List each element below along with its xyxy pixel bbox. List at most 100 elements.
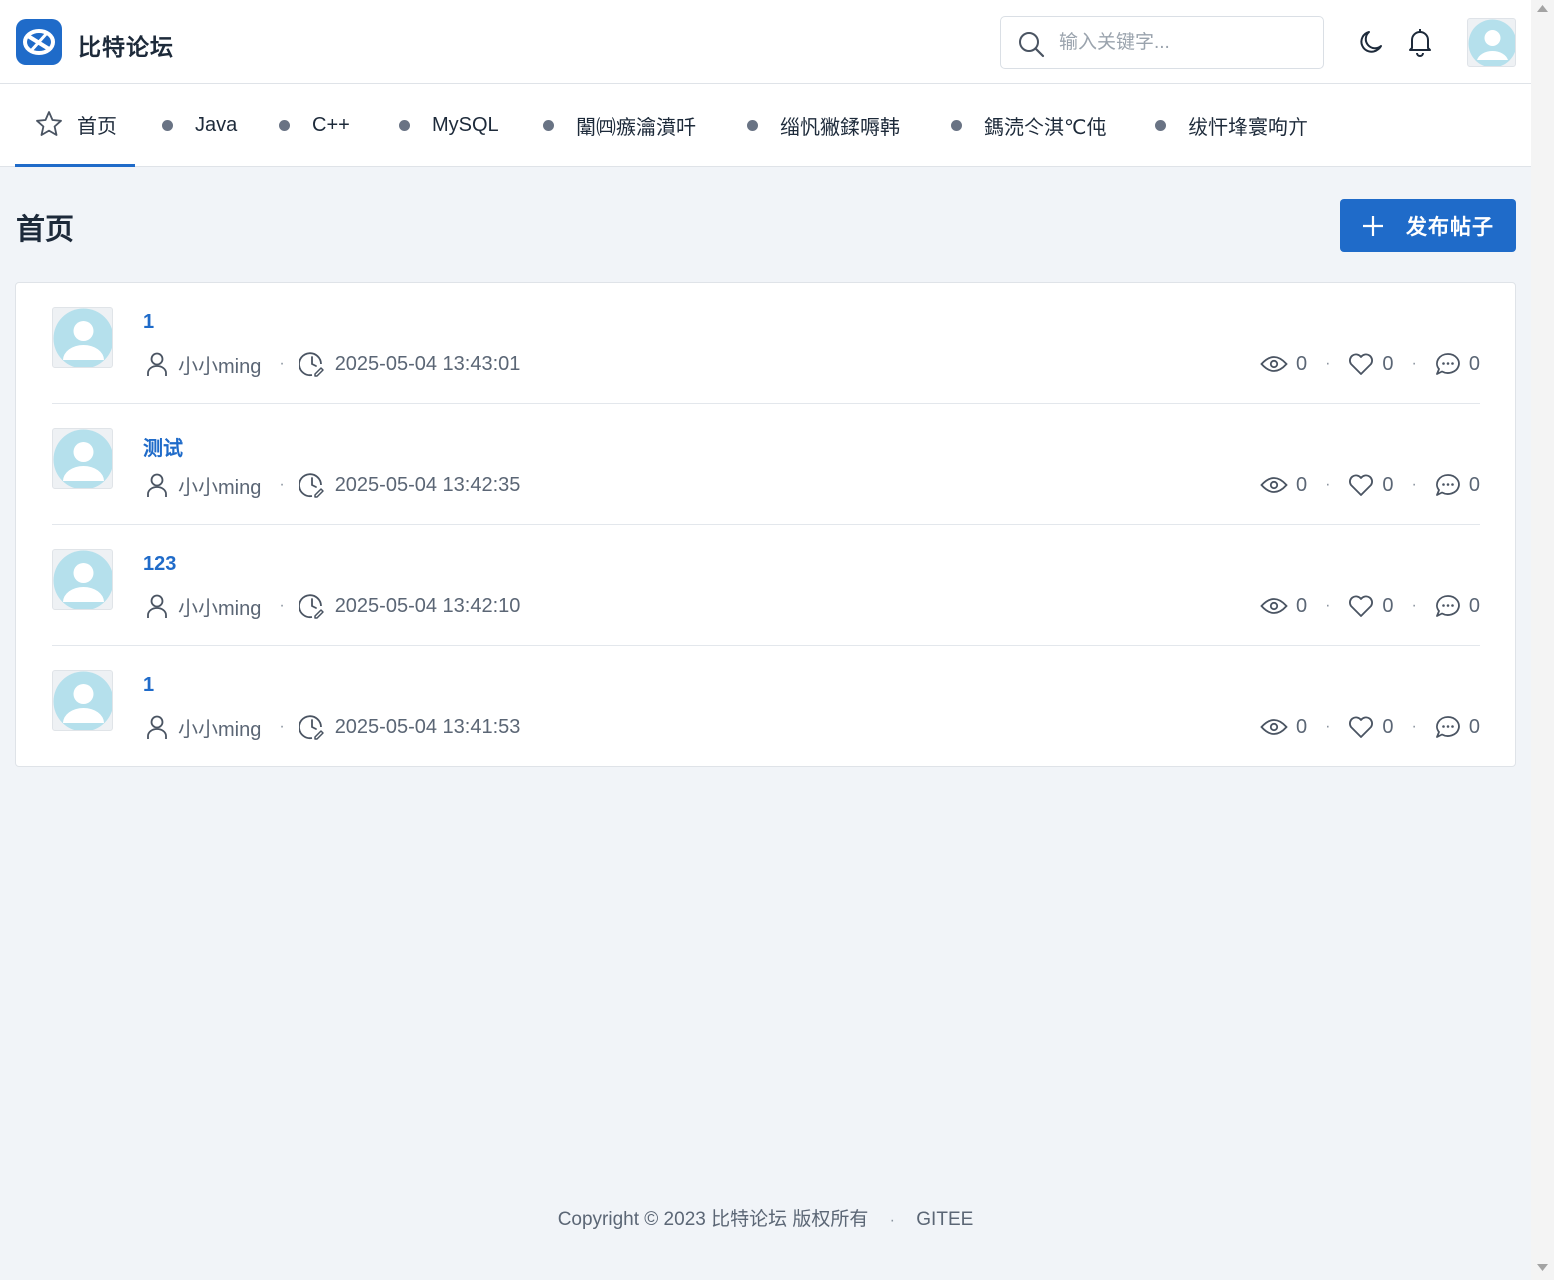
- nav-item-label: C++: [312, 114, 350, 136]
- views-stat: 0: [1260, 595, 1307, 618]
- gitee-link[interactable]: GITEE: [916, 1209, 973, 1230]
- post-stats: 0 · 0 · 0: [1260, 470, 1480, 500]
- author-avatar[interactable]: [52, 307, 113, 368]
- separator: ·: [1411, 355, 1417, 372]
- separator: ·: [279, 597, 285, 614]
- post-meta: 小小ming · 2025-05-04 13:42:35: [146, 470, 520, 500]
- clock-icon: [298, 352, 324, 377]
- nav-item-label: 绂忓埄寰呴亣: [1188, 117, 1308, 139]
- eye-icon: [1260, 598, 1288, 614]
- comment-icon: [1435, 716, 1460, 738]
- header: 比特论坛: [0, 0, 1531, 84]
- nav-item-5[interactable]: 缁忛獙鍒嗕韩: [747, 84, 900, 167]
- nav-item-label: 缁忛獙鍒嗕韩: [780, 117, 900, 139]
- post-stats: 0 · 0 · 0: [1260, 349, 1480, 379]
- comments-count: 0: [1468, 594, 1480, 617]
- separator: ·: [1325, 718, 1331, 735]
- nav-item-label: 首页: [77, 115, 117, 138]
- views-stat: 0: [1260, 716, 1307, 739]
- nav-item-label: 闈㈣瘯瀹濆吀: [576, 117, 696, 139]
- scroll-down-icon[interactable]: [1537, 1264, 1548, 1272]
- post-stats: 0 · 0 · 0: [1260, 591, 1480, 621]
- scroll-up-icon[interactable]: [1537, 4, 1548, 12]
- user-icon: [147, 473, 167, 497]
- nav-item-6[interactable]: 鎷涜仒淇℃伅: [951, 84, 1106, 167]
- nav-item-label: Java: [195, 114, 238, 136]
- comments-stat[interactable]: 0: [1435, 352, 1480, 376]
- post-author[interactable]: 小小ming: [178, 713, 261, 742]
- author-avatar[interactable]: [52, 428, 113, 489]
- user-avatar[interactable]: [1467, 18, 1516, 67]
- nav-item-home[interactable]: 首页: [15, 84, 135, 167]
- bullet-icon: [747, 120, 758, 131]
- user-icon: [147, 715, 167, 739]
- post-stats: 0 · 0 · 0: [1260, 712, 1480, 742]
- scrollbar[interactable]: [1531, 0, 1554, 1280]
- post-row: 1 小小ming · 2025-05-04 13:41:53 0 · 0 · 0: [52, 646, 1480, 767]
- heart-icon: [1349, 353, 1374, 375]
- views-count: 0: [1295, 473, 1308, 496]
- comments-stat[interactable]: 0: [1435, 594, 1480, 618]
- post-author[interactable]: 小小ming: [178, 350, 261, 379]
- bullet-icon: [543, 120, 554, 131]
- post-title[interactable]: 123: [143, 553, 176, 576]
- comment-icon: [1435, 474, 1460, 496]
- views-count: 0: [1295, 352, 1308, 375]
- footer: Copyright © 2023 比特论坛 版权所有 · GITEE: [0, 1204, 1531, 1231]
- views-stat: 0: [1260, 353, 1307, 376]
- bullet-icon: [279, 120, 290, 131]
- moon-icon[interactable]: [1357, 28, 1385, 56]
- eye-icon: [1260, 719, 1288, 735]
- star-icon: [36, 111, 62, 136]
- views-stat: 0: [1260, 474, 1307, 497]
- author-avatar[interactable]: [52, 549, 113, 610]
- search-box[interactable]: [1000, 16, 1324, 69]
- new-post-button[interactable]: 发布帖子: [1340, 199, 1516, 252]
- nav-item-cpp[interactable]: C++: [279, 84, 350, 167]
- likes-stat[interactable]: 0: [1348, 352, 1394, 376]
- heart-icon: [1349, 716, 1374, 738]
- post-title[interactable]: 1: [143, 674, 154, 697]
- post-author[interactable]: 小小ming: [178, 592, 261, 621]
- post-meta: 小小ming · 2025-05-04 13:41:53: [146, 712, 520, 742]
- post-time: 2025-05-04 13:43:01: [334, 352, 521, 375]
- copyright-text: Copyright © 2023 比特论坛 版权所有: [557, 1209, 869, 1230]
- eye-icon: [1260, 356, 1288, 372]
- nav-item-mysql[interactable]: MySQL: [399, 84, 499, 167]
- logo-icon[interactable]: [16, 19, 62, 65]
- likes-stat[interactable]: 0: [1348, 473, 1394, 497]
- user-icon: [147, 594, 167, 618]
- nav-item-7[interactable]: 绂忓埄寰呴亣: [1155, 84, 1308, 167]
- separator: ·: [1411, 597, 1417, 614]
- new-post-label: 发布帖子: [1406, 215, 1494, 239]
- comments-count: 0: [1468, 473, 1480, 496]
- likes-count: 0: [1382, 473, 1394, 496]
- brand-name[interactable]: 比特论坛: [78, 28, 174, 62]
- post-row: 123 小小ming · 2025-05-04 13:42:10 0 · 0 ·…: [52, 525, 1480, 646]
- post-time: 2025-05-04 13:41:53: [334, 715, 521, 738]
- post-time: 2025-05-04 13:42:35: [334, 473, 521, 496]
- post-title[interactable]: 测试: [143, 432, 183, 461]
- likes-count: 0: [1382, 715, 1394, 738]
- author-avatar[interactable]: [52, 670, 113, 731]
- likes-stat[interactable]: 0: [1348, 594, 1394, 618]
- post-author[interactable]: 小小ming: [178, 471, 261, 500]
- post-title[interactable]: 1: [143, 311, 154, 334]
- comment-icon: [1435, 595, 1460, 617]
- views-count: 0: [1295, 594, 1308, 617]
- comments-stat[interactable]: 0: [1435, 715, 1480, 739]
- heart-icon: [1349, 474, 1374, 496]
- search-input[interactable]: [1059, 27, 1309, 59]
- comments-count: 0: [1468, 352, 1480, 375]
- separator: ·: [889, 1212, 895, 1229]
- bell-icon[interactable]: [1406, 27, 1434, 57]
- clock-icon: [298, 473, 324, 498]
- comments-stat[interactable]: 0: [1435, 473, 1480, 497]
- nav-item-label: 鎷涜仒淇℃伅: [984, 117, 1107, 139]
- nav-item-4[interactable]: 闈㈣瘯瀹濆吀: [543, 84, 696, 167]
- separator: ·: [279, 355, 285, 372]
- bullet-icon: [951, 120, 962, 131]
- likes-stat[interactable]: 0: [1348, 715, 1394, 739]
- separator: ·: [279, 718, 285, 735]
- nav-item-java[interactable]: Java: [162, 84, 237, 167]
